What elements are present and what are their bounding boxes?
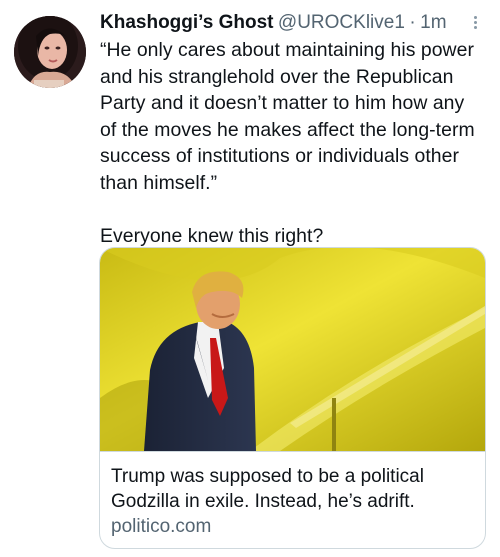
tweet-header: Khashoggi’s Ghost @UROCKlive1 · 1m (100, 12, 480, 38)
tweet-text: “He only cares about maintaining his pow… (100, 39, 475, 247)
link-card-title[interactable]: Trump was supposed to be a political God… (111, 464, 476, 514)
more-vertical-icon[interactable] (470, 14, 480, 36)
link-card-domain[interactable]: politico.com (111, 516, 211, 538)
display-name[interactable]: Khashoggi’s Ghost (100, 12, 273, 33)
avatar-image (14, 16, 86, 88)
link-card-image[interactable] (100, 248, 485, 452)
separator-dot: · (409, 12, 416, 33)
avatar[interactable] (14, 16, 86, 88)
tweet[interactable]: Khashoggi’s Ghost @UROCKlive1 · 1m “He o… (0, 0, 500, 557)
tweet-timestamp[interactable]: 1m (420, 12, 446, 33)
link-card[interactable]: Trump was supposed to be a political God… (99, 247, 486, 549)
user-handle[interactable]: @UROCKlive1 (278, 12, 405, 33)
